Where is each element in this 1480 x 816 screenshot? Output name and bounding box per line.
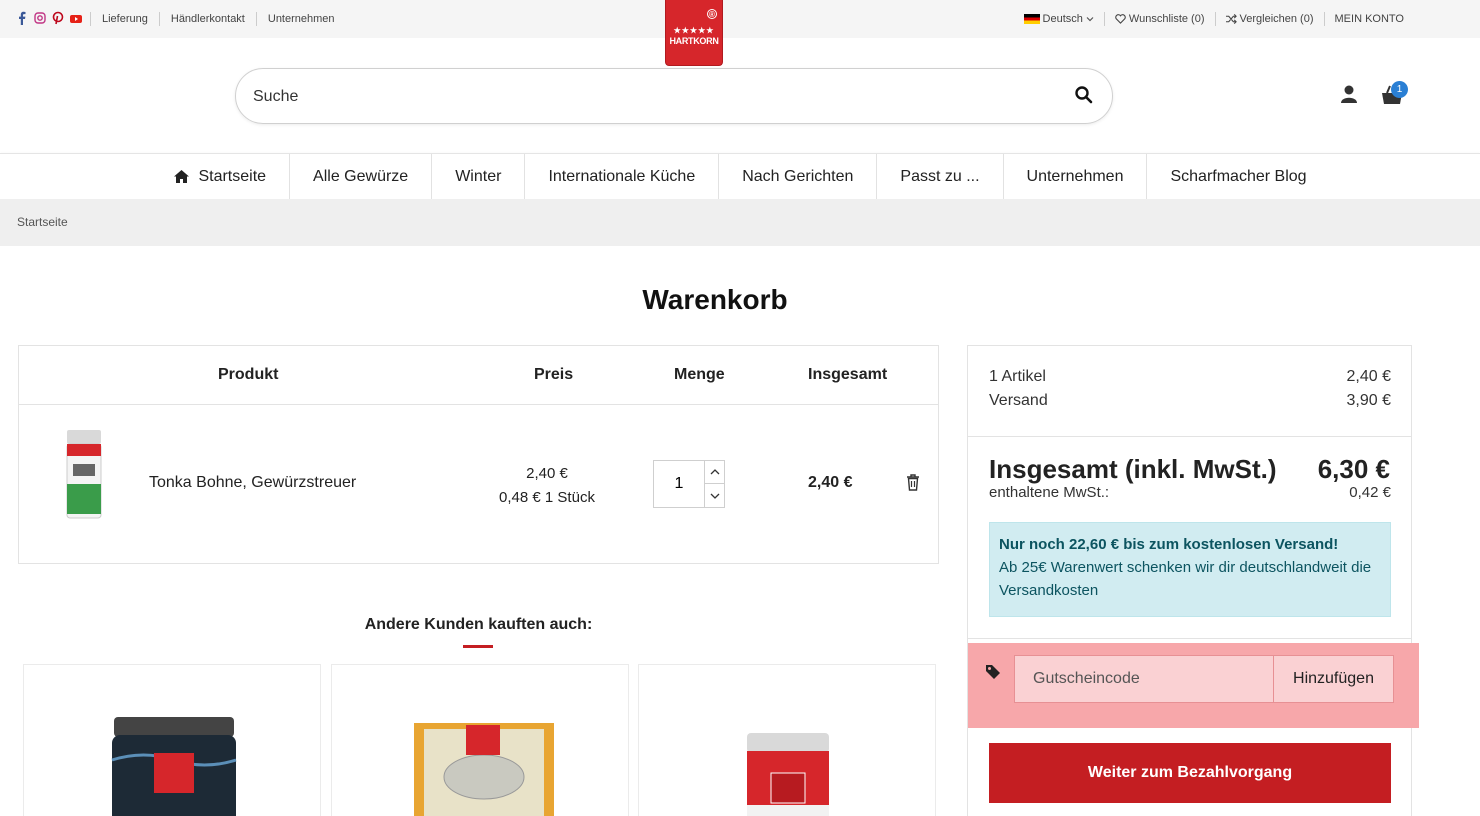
- product-card-image: [747, 733, 829, 816]
- free-shipping-title: Nur noch 22,60 € bis zum kostenlosen Ver…: [999, 536, 1339, 553]
- coupon-code-input[interactable]: [1014, 655, 1274, 703]
- total-value: 6,30 €: [1317, 454, 1390, 484]
- language-label: Deutsch: [1042, 13, 1083, 25]
- search-bar: [235, 68, 1113, 124]
- nav-item-alle-gewuerze[interactable]: Alle Gewürze: [289, 154, 431, 199]
- language-selector[interactable]: Deutsch: [1014, 12, 1104, 26]
- youtube-icon[interactable]: [70, 11, 82, 25]
- quantity-input[interactable]: [654, 461, 704, 507]
- price-value: 2,40 €: [526, 465, 568, 482]
- summary-shipping-row: Versand 3,90 €: [989, 392, 1391, 410]
- cart-table-header: Produkt Preis Menge Insgesamt: [19, 346, 938, 405]
- chevron-down-icon: [710, 493, 719, 499]
- remove-item-button[interactable]: [906, 474, 920, 491]
- nav-item-nach-gerichten[interactable]: Nach Gerichten: [718, 154, 876, 199]
- header-total: Insgesamt: [808, 366, 888, 383]
- nav-item-passt-zu[interactable]: Passt zu ...: [876, 154, 1002, 199]
- heart-icon: [1115, 14, 1126, 24]
- search-icon: [1075, 86, 1093, 104]
- vat-row: enthaltene MwSt.: 0,42 €: [989, 484, 1391, 501]
- topbar-link-lieferung[interactable]: Lieferung: [90, 12, 159, 26]
- shipping-value: 3,90 €: [1346, 392, 1391, 409]
- nav-item-internationale-kueche[interactable]: Internationale Küche: [524, 154, 718, 199]
- product-card[interactable]: [638, 664, 936, 816]
- main-nav: Startseite Alle Gewürze Winter Internati…: [0, 153, 1480, 199]
- cart-count-badge: 1: [1391, 81, 1408, 98]
- german-flag-icon: [1023, 14, 1040, 24]
- compare-link[interactable]: Vergleichen (0): [1214, 12, 1324, 26]
- title-underline: [463, 645, 493, 648]
- product-total: 2,40 €: [808, 474, 853, 491]
- user-icon[interactable]: [1340, 84, 1360, 106]
- trash-icon: [907, 474, 919, 491]
- product-card[interactable]: [23, 664, 321, 816]
- header-product: Produkt: [218, 366, 279, 383]
- nav-item-winter[interactable]: Winter: [431, 154, 524, 199]
- breadcrumb-item-startseite[interactable]: Startseite: [17, 215, 68, 229]
- topbar-link-unternehmen[interactable]: Unternehmen: [255, 12, 346, 26]
- top-bar: Lieferung Händlerkontakt Unternehmen Deu…: [0, 0, 1480, 38]
- quantity-decrease-button[interactable]: [704, 484, 724, 507]
- free-shipping-alert: Nur noch 22,60 € bis zum kostenlosen Ver…: [989, 522, 1391, 617]
- header-price: Preis: [534, 366, 574, 383]
- instagram-icon[interactable]: [34, 11, 46, 25]
- shipping-label: Versand: [989, 392, 1048, 409]
- divider: [968, 436, 1411, 437]
- header-quantity: Menge: [674, 366, 725, 383]
- vat-value: 0,42 €: [1349, 484, 1391, 501]
- items-value: 2,40 €: [1346, 368, 1391, 385]
- chevron-down-icon: [1086, 17, 1094, 22]
- home-icon: [174, 170, 190, 183]
- nav-item-scharfmacher-blog[interactable]: Scharfmacher Blog: [1146, 154, 1329, 199]
- topbar-link-haendlerkontakt[interactable]: Händlerkontakt: [158, 12, 256, 26]
- product-name[interactable]: Tonka Bohne, Gewürzstreuer: [149, 474, 356, 492]
- checkout-button[interactable]: Weiter zum Bezahlvorgang: [989, 743, 1391, 803]
- account-link[interactable]: MEIN KONTO: [1323, 12, 1414, 26]
- hartkorn-logo[interactable]: ® ★★★★★ HARTKORN: [665, 0, 723, 66]
- product-price: 2,40 € 0,48 € 1 Stück: [477, 462, 617, 510]
- product-card-image: [111, 717, 237, 816]
- facebook-icon[interactable]: [16, 11, 28, 25]
- registered-mark-icon: ®: [707, 9, 717, 19]
- also-bought-title: Andere Kunden kauften auch:: [364, 616, 593, 633]
- quantity-increase-button[interactable]: [704, 461, 724, 484]
- quantity-stepper: [653, 460, 725, 508]
- shuffle-icon: [1225, 14, 1237, 24]
- stars-icon: ★★★★★: [673, 26, 715, 35]
- product-image[interactable]: [63, 424, 105, 524]
- wishlist-label: Wunschliste (0): [1128, 13, 1205, 25]
- nav-item-startseite[interactable]: Startseite: [150, 154, 289, 199]
- total-label: Insgesamt (inkl. MwSt.): [989, 454, 1277, 484]
- search-button[interactable]: [1074, 85, 1098, 109]
- social-links: [16, 11, 82, 25]
- add-coupon-button[interactable]: Hinzufügen: [1273, 655, 1394, 703]
- chevron-up-icon: [710, 469, 719, 475]
- tag-icon: [985, 664, 1001, 680]
- product-card-image: [414, 723, 554, 816]
- compare-label: Vergleichen (0): [1239, 13, 1314, 25]
- divider: [968, 638, 1411, 639]
- free-shipping-text: Ab 25€ Warenwert schenken wir dir deutsc…: [999, 559, 1372, 599]
- unit-price: 0,48 € 1 Stück: [499, 489, 595, 506]
- page-title: Warenkorb: [642, 284, 788, 315]
- nav-item-unternehmen[interactable]: Unternehmen: [1002, 154, 1147, 199]
- cart-table: Produkt Preis Menge Insgesamt Tonka Bohn…: [18, 345, 939, 564]
- wishlist-link[interactable]: Wunschliste (0): [1103, 12, 1215, 26]
- summary-items-row: 1 Artikel 2,40 €: [989, 368, 1391, 386]
- pinterest-icon[interactable]: [52, 11, 64, 25]
- breadcrumb: Startseite: [0, 199, 1480, 246]
- logo-text: HARTKORN: [669, 36, 719, 46]
- vat-label: enthaltene MwSt.:: [989, 484, 1110, 501]
- search-input[interactable]: [253, 83, 1033, 111]
- items-label: 1 Artikel: [989, 368, 1046, 385]
- product-card[interactable]: [331, 664, 629, 816]
- nav-label: Startseite: [198, 168, 267, 185]
